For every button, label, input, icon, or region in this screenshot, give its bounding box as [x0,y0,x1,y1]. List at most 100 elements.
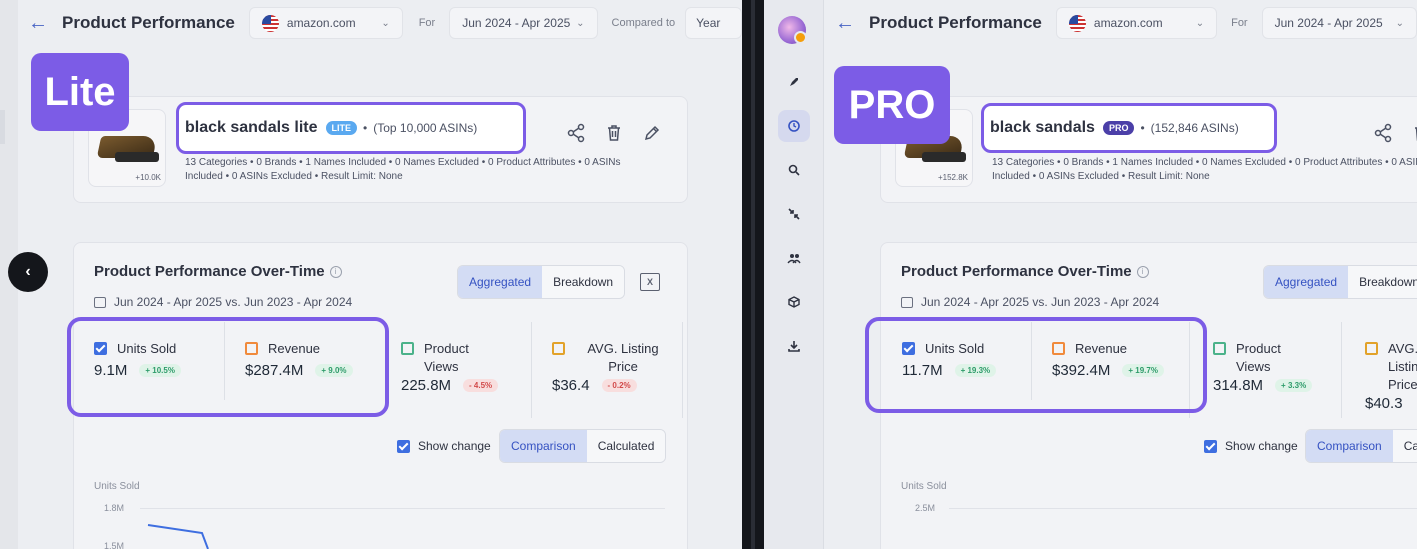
marketplace-select[interactable]: amazon.com ⌄ [248,7,403,39]
checkbox[interactable] [1213,342,1226,355]
checkbox-checked[interactable] [1204,439,1217,453]
chart-tick: 2.5M [915,503,936,513]
chart-line [147,524,209,549]
share-icon[interactable] [1373,123,1393,143]
show-change-toggle[interactable]: Show change [397,439,491,453]
us-flag-icon [261,14,279,32]
tab-aggregated[interactable]: Aggregated [1264,266,1349,298]
product-name-highlight: black sandals lite LITE • (Top 10,000 AS… [176,102,526,154]
back-arrow-icon[interactable]: ← [835,12,855,35]
download-icon[interactable] [778,330,810,362]
excel-export-icon[interactable]: X [640,273,660,291]
thumb-count: +10.0K [135,173,161,182]
filter-summary-line1: 13 Categories • 0 Brands • 1 Names Inclu… [992,157,1417,168]
product-name: black sandals lite [185,119,318,136]
checkbox[interactable] [401,342,414,355]
share-icon[interactable] [566,123,586,143]
product-name-highlight: black sandals PRO • (152,846 ASINs) [981,103,1277,153]
product-tools [566,123,662,143]
metric-value: 314.8M [1213,377,1264,394]
tab-breakdown[interactable]: Breakdown [1348,266,1417,298]
compress-icon[interactable] [778,198,810,230]
delta-badge: - 4.5% [463,379,499,392]
show-change-label: Show change [418,439,491,453]
metric-product-views[interactable]: Product Views 314.8M + 3.3% [1213,340,1338,394]
chart-gridline [140,508,665,509]
section-title-text: Product Performance Over-Time [901,263,1132,280]
filter-summary: 13 Categories • 0 Brands • 1 Names Inclu… [185,156,665,184]
mode-toggle: Comparison Calculated [499,429,667,463]
section-title: Product Performance Over-Time i [901,263,1149,280]
separator: • [1140,121,1145,135]
section-title: Product Performance Over-Time i [94,263,342,280]
delta-badge: + 3.3% [1275,379,1313,392]
trash-icon[interactable] [1411,123,1417,143]
for-label: For [418,17,436,29]
metric-avg-listing-price[interactable]: AVG. Listing Price $40.3 [1365,340,1417,412]
tab-calculated[interactable]: Calculated [1392,430,1417,462]
date-range-text: Jun 2024 - Apr 2025 vs. Jun 2023 - Apr 2… [114,295,353,309]
date-select-value: Jun 2024 - Apr 2025 [462,16,571,30]
page-title: Product Performance [62,13,235,32]
top-bar: ← Product Performance amazon.com ⌄ For J… [835,0,1417,46]
thumb-count: +152.8K [937,173,968,182]
for-label: For [1231,17,1248,29]
filter-summary: 13 Categories • 0 Brands • 1 Names Inclu… [992,156,1417,184]
mode-toggle: Comparison Calculated [1305,429,1417,463]
asin-count: (152,846 ASINs) [1150,121,1239,135]
compared-select[interactable]: Year [685,7,742,39]
show-change-toggle[interactable]: Show change [1204,439,1298,453]
avatar[interactable] [778,16,807,44]
date-select[interactable]: Jun 2024 - Apr 2025 ⌄ [449,7,598,39]
metric-label: Product Views [424,341,469,374]
separator: • [363,121,368,135]
date-select[interactable]: Jun 2024 - Apr 2025 ⌄ [1261,7,1417,39]
metrics-highlight [865,317,1207,413]
view-toggle: Aggregated Breakdown [1263,265,1417,299]
users-icon[interactable] [778,242,810,274]
date-select-value: Jun 2024 - Apr 2025 [1274,16,1383,30]
box-icon[interactable] [778,286,810,318]
metrics-highlight [67,317,389,417]
previous-slide-button[interactable]: ‹ [8,252,48,292]
history-icon[interactable] [778,110,810,142]
tier-pill: LITE [325,121,358,135]
chart-axis-title: Units Sold [94,481,140,492]
info-icon[interactable]: i [1136,266,1149,278]
checkbox[interactable] [552,342,565,355]
info-icon[interactable]: i [329,266,342,278]
checkbox-checked[interactable] [397,439,410,453]
trash-icon[interactable] [604,123,624,143]
section-title-text: Product Performance Over-Time [94,263,325,280]
product-tools [1373,123,1417,143]
divider [1341,322,1342,418]
tab-comparison[interactable]: Comparison [500,430,587,462]
view-toggle: Aggregated Breakdown [457,265,626,299]
rocket-icon[interactable] [778,66,810,98]
divider [682,322,683,418]
tab-breakdown[interactable]: Breakdown [542,266,625,298]
metric-product-views[interactable]: Product Views 225.8M - 4.5% [401,340,521,394]
marketplace-value: amazon.com [1093,16,1163,30]
edit-icon[interactable] [642,123,662,143]
chevron-down-icon: ⌄ [576,17,585,29]
tab-aggregated[interactable]: Aggregated [458,266,543,298]
back-arrow-icon[interactable]: ← [28,12,48,35]
tab-calculated[interactable]: Calculated [586,430,666,462]
metric-value: $36.4 [552,377,590,394]
calendar-icon [94,296,106,308]
chart-tick: 1.8M [104,503,125,513]
panel-divider [742,0,764,549]
tab-comparison[interactable]: Comparison [1306,430,1393,462]
metric-value: 225.8M [401,377,452,394]
search-icon[interactable] [778,154,810,186]
filter-summary-line2: Included • 0 ASINs Excluded • Result Lim… [992,171,1210,182]
marketplace-select[interactable]: amazon.com ⌄ [1055,7,1218,39]
date-range: Jun 2024 - Apr 2025 vs. Jun 2023 - Apr 2… [94,295,352,309]
sandal-sole [922,152,966,162]
delta-badge: - 0.2% [601,379,637,392]
metric-avg-listing-price[interactable]: AVG. Listing Price $36.4 - 0.2% [552,340,677,394]
checkbox[interactable] [1365,342,1378,355]
lite-badge: Lite [31,53,129,131]
calendar-icon [901,296,913,308]
